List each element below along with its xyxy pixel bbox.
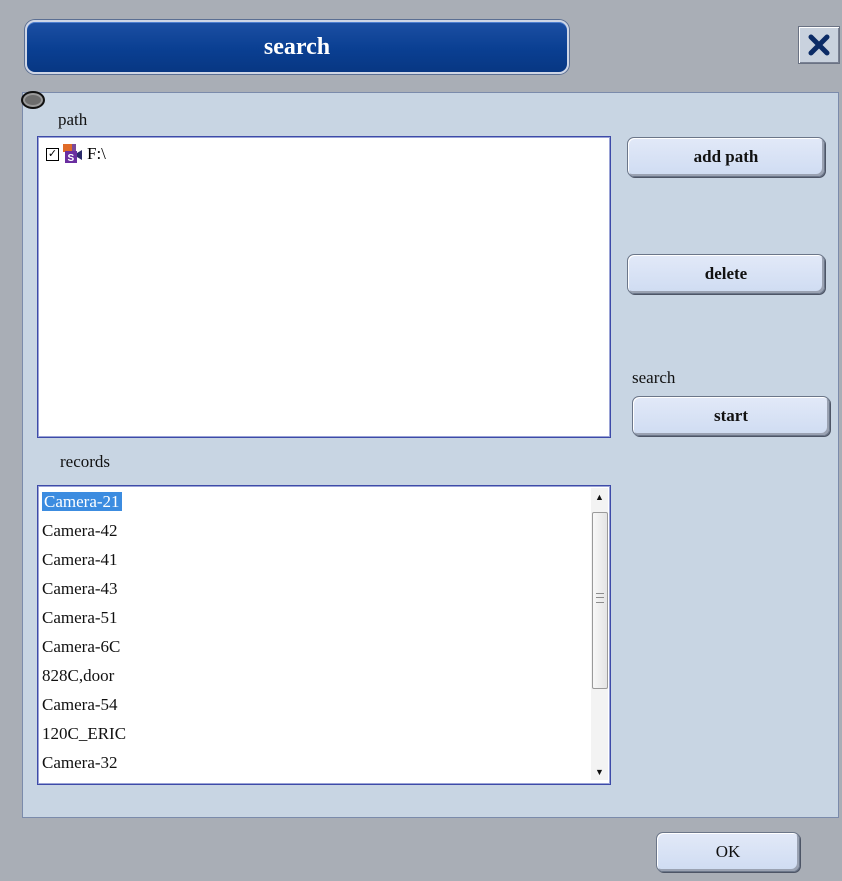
camera-drive-icon: S [63, 144, 82, 164]
status-indicator-icon [21, 91, 45, 109]
records-label: records [60, 452, 111, 471]
close-icon [808, 34, 830, 56]
scroll-grip-icon [596, 593, 604, 603]
records-list-items: Camera-21 Camera-42 Camera-41 Camera-43 … [41, 488, 581, 778]
close-button[interactable] [798, 26, 840, 64]
scrollbar-thumb[interactable] [592, 512, 608, 689]
list-item[interactable]: Camera-51 [41, 604, 581, 633]
list-item-label: Camera-51 [42, 608, 118, 627]
list-item-label: Camera-54 [42, 695, 118, 714]
list-item[interactable]: 120C_ERIC [41, 720, 581, 749]
path-list-item[interactable]: ✓ S F:\ [46, 143, 106, 165]
list-item-label: Camera-21 [42, 492, 122, 511]
list-item-label: Camera-42 [42, 521, 118, 540]
search-label: search [632, 368, 676, 387]
list-item[interactable]: 828C,door [41, 662, 581, 691]
list-item-label: 120C_ERIC [42, 724, 127, 743]
list-item-label: 828C,door [42, 666, 115, 685]
path-checkbox[interactable]: ✓ [46, 147, 59, 161]
scroll-up-arrow-icon[interactable]: ▲ [591, 488, 608, 505]
scroll-down-arrow-icon[interactable]: ▼ [591, 763, 608, 780]
ok-button[interactable]: OK [656, 832, 800, 872]
svg-text:S: S [68, 153, 75, 164]
records-list[interactable]: Camera-21 Camera-42 Camera-41 Camera-43 … [37, 485, 611, 785]
delete-button[interactable]: delete [627, 254, 825, 294]
title-bar: search [0, 0, 842, 92]
path-label: path [58, 110, 88, 129]
list-item[interactable]: Camera-32 [41, 749, 581, 778]
list-item-label: Camera-43 [42, 579, 118, 598]
list-item[interactable]: Camera-41 [41, 546, 581, 575]
path-item-label: F:\ [87, 144, 106, 163]
window-title: search [25, 20, 569, 74]
records-scrollbar[interactable]: ▲ ▼ [591, 488, 608, 780]
list-item-label: Camera-41 [42, 550, 118, 569]
add-path-button[interactable]: add path [627, 137, 825, 177]
list-item[interactable]: Camera-21 [41, 488, 581, 517]
start-button[interactable]: start [632, 396, 830, 436]
list-item-label: Camera-32 [42, 753, 118, 772]
path-list[interactable]: ✓ S F:\ [37, 136, 611, 438]
list-item[interactable]: Camera-54 [41, 691, 581, 720]
list-item[interactable]: Camera-42 [41, 517, 581, 546]
list-item-label: Camera-6C [42, 637, 121, 656]
list-item[interactable]: Camera-43 [41, 575, 581, 604]
list-item[interactable]: Camera-6C [41, 633, 581, 662]
